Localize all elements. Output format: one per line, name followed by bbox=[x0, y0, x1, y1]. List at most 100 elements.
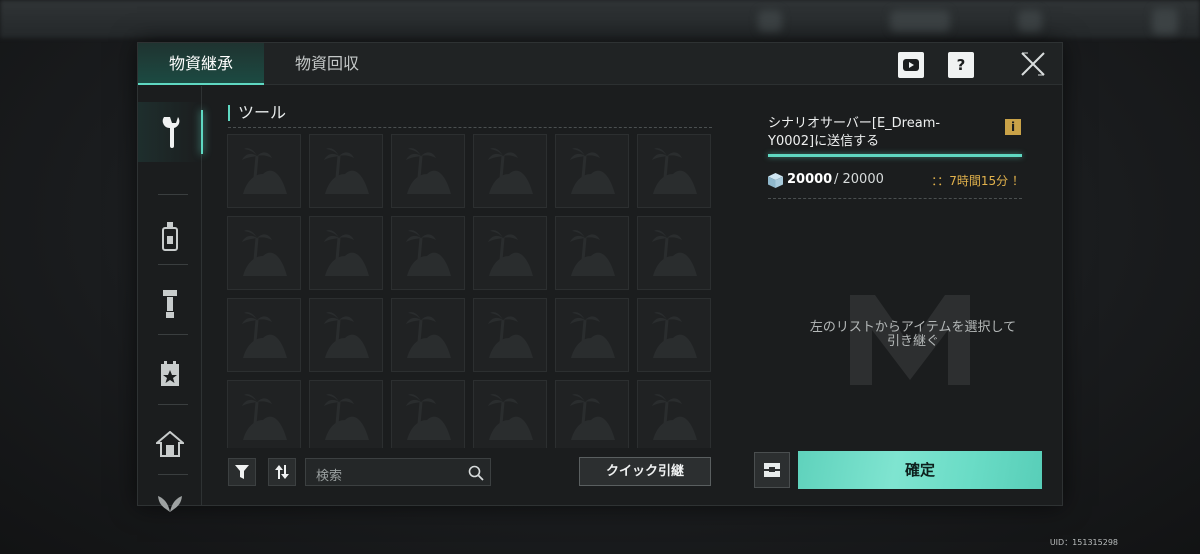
background-blur bbox=[758, 10, 782, 32]
palm-island-placeholder-icon bbox=[570, 230, 615, 276]
item-slot[interactable] bbox=[391, 380, 465, 448]
close-button[interactable] bbox=[1018, 49, 1048, 79]
wrench-icon bbox=[162, 117, 180, 148]
item-slot[interactable] bbox=[637, 134, 711, 208]
accent-divider bbox=[768, 154, 1022, 157]
item-slot[interactable] bbox=[555, 134, 629, 208]
palm-island-placeholder-icon bbox=[652, 230, 697, 276]
capacity-current: 20000 bbox=[787, 172, 833, 187]
sidebar-item-tools[interactable] bbox=[138, 102, 203, 162]
palm-island-placeholder-icon bbox=[242, 230, 287, 276]
section-title: ツール bbox=[228, 105, 286, 121]
quick-inherit-button[interactable]: クイック引継 bbox=[579, 457, 711, 486]
item-slot[interactable] bbox=[555, 380, 629, 448]
palm-island-placeholder-icon bbox=[242, 394, 287, 440]
palm-island-placeholder-icon bbox=[406, 394, 451, 440]
help-button[interactable]: ? bbox=[948, 52, 974, 78]
item-slot[interactable] bbox=[227, 134, 301, 208]
search-icon[interactable] bbox=[468, 465, 484, 481]
palm-island-placeholder-icon bbox=[324, 230, 369, 276]
empty-selection-message: 左のリストからアイテムを選択して 引き継ぐ bbox=[768, 321, 1058, 349]
palm-island-placeholder-icon bbox=[406, 148, 451, 194]
palm-island-placeholder-icon bbox=[324, 312, 369, 358]
mailbox-icon bbox=[764, 463, 780, 477]
section-divider bbox=[228, 127, 712, 128]
palm-island-placeholder-icon bbox=[406, 312, 451, 358]
sidebar-item-consumables[interactable] bbox=[138, 206, 202, 266]
tool-stand-icon bbox=[163, 290, 177, 318]
item-slot[interactable] bbox=[473, 134, 547, 208]
inheritance-window: 物資継承 物資回収 ? ツール 検索 クイック引継 シナリオサーバー[E_Dre… bbox=[137, 42, 1063, 512]
capacity-divider bbox=[768, 198, 1022, 199]
sidebar-divider bbox=[158, 194, 188, 195]
empty-message-line2: 引き継ぐ bbox=[886, 334, 939, 349]
capacity-max: / 20000 bbox=[834, 172, 884, 187]
filter-icon bbox=[235, 465, 249, 479]
uid-label: UID：151315298 bbox=[1049, 538, 1118, 547]
background-blur bbox=[1152, 8, 1178, 34]
confirm-button[interactable]: 確定 bbox=[798, 451, 1042, 489]
background-blur bbox=[890, 10, 950, 32]
item-slot[interactable] bbox=[391, 134, 465, 208]
item-slot[interactable] bbox=[309, 298, 383, 372]
palm-island-placeholder-icon bbox=[242, 148, 287, 194]
item-slot[interactable] bbox=[309, 134, 383, 208]
palm-island-placeholder-icon bbox=[324, 394, 369, 440]
video-button[interactable] bbox=[898, 52, 924, 78]
item-grid bbox=[227, 134, 713, 448]
youtube-icon bbox=[903, 59, 919, 71]
palm-island-placeholder-icon bbox=[242, 312, 287, 358]
item-slot[interactable] bbox=[473, 298, 547, 372]
sidebar-item-equipment[interactable] bbox=[138, 274, 202, 334]
item-slot[interactable] bbox=[555, 216, 629, 290]
item-slot[interactable] bbox=[637, 380, 711, 448]
sidebar-item-housing[interactable] bbox=[138, 414, 202, 474]
info-icon[interactable]: i bbox=[1005, 119, 1021, 135]
item-slot[interactable] bbox=[637, 216, 711, 290]
tab-recover[interactable]: 物資回収 bbox=[264, 43, 390, 85]
category-sidebar bbox=[138, 86, 203, 512]
calendar-star-icon bbox=[161, 361, 179, 386]
item-slot[interactable] bbox=[227, 298, 301, 372]
sidebar-divider bbox=[158, 264, 188, 265]
sidebar-divider bbox=[158, 334, 188, 335]
item-slot[interactable] bbox=[473, 216, 547, 290]
palm-island-placeholder-icon bbox=[570, 394, 615, 440]
cube-icon bbox=[768, 173, 783, 188]
item-slot[interactable] bbox=[391, 298, 465, 372]
palm-island-placeholder-icon bbox=[488, 312, 533, 358]
item-slot[interactable] bbox=[227, 380, 301, 448]
target-server-text: シナリオサーバー[E_Dream-Y0002]に送信する bbox=[768, 116, 941, 149]
reset-timer: ：：7時間15分 ！ bbox=[931, 174, 1024, 188]
item-slot[interactable] bbox=[473, 380, 547, 448]
mailbox-button[interactable] bbox=[754, 452, 790, 488]
empty-message-line1: 左のリストからアイテムを選択して bbox=[809, 320, 1017, 335]
palm-island-placeholder-icon bbox=[488, 148, 533, 194]
sidebar-divider bbox=[158, 474, 188, 475]
close-icon bbox=[1021, 52, 1045, 76]
tab-inherit[interactable]: 物資継承 bbox=[138, 43, 264, 85]
filter-button[interactable] bbox=[228, 458, 256, 486]
sidebar-item-cosmetics[interactable] bbox=[138, 482, 202, 526]
palm-island-placeholder-icon bbox=[488, 394, 533, 440]
sidebar-item-events[interactable] bbox=[138, 344, 202, 404]
item-slot[interactable] bbox=[309, 216, 383, 290]
background-blur bbox=[1018, 10, 1042, 32]
active-indicator bbox=[201, 110, 203, 154]
palm-island-placeholder-icon bbox=[570, 148, 615, 194]
capacity-row: 20000 / 20000 ：：7時間15分 ！ bbox=[768, 171, 1024, 191]
search-input[interactable]: 検索 bbox=[305, 458, 491, 486]
item-slot[interactable] bbox=[309, 380, 383, 448]
wings-icon bbox=[158, 496, 182, 512]
palm-island-placeholder-icon bbox=[652, 394, 697, 440]
item-slot[interactable] bbox=[555, 298, 629, 372]
item-slot[interactable] bbox=[637, 298, 711, 372]
search-placeholder: 検索 bbox=[316, 469, 343, 484]
item-slot[interactable] bbox=[391, 216, 465, 290]
palm-island-placeholder-icon bbox=[652, 312, 697, 358]
item-slot[interactable] bbox=[227, 216, 301, 290]
house-icon bbox=[156, 431, 184, 457]
palm-island-placeholder-icon bbox=[488, 230, 533, 276]
sort-button[interactable] bbox=[268, 458, 296, 486]
palm-island-placeholder-icon bbox=[652, 148, 697, 194]
